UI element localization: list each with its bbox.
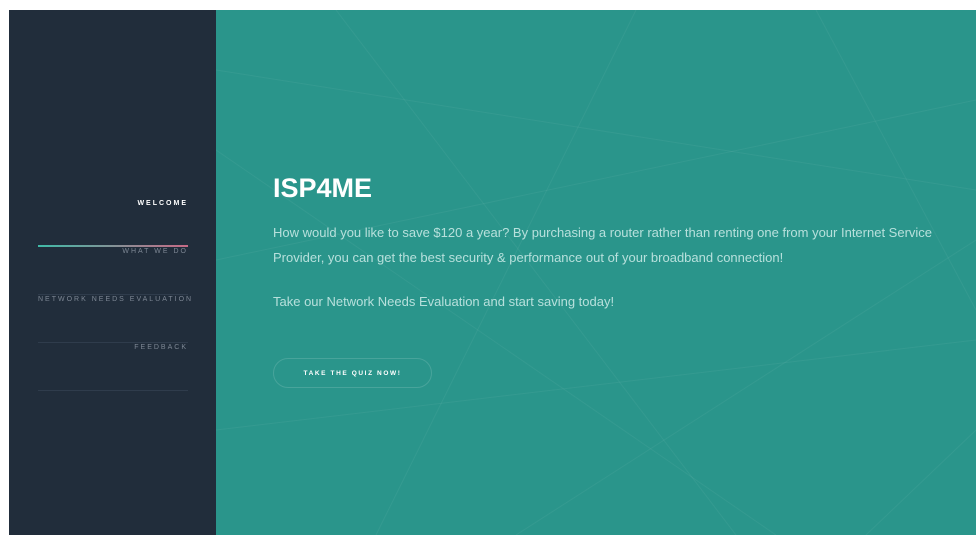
take-quiz-button[interactable]: TAKE THE QUIZ NOW! [273,358,432,388]
page-frame: WELCOME WHAT WE DO NETWORK NEEDS EVALUAT… [9,10,976,535]
page-title: ISP4ME [273,173,373,203]
sidebar-item-label: FEEDBACK [134,344,188,351]
sidebar: WELCOME WHAT WE DO NETWORK NEEDS EVALUAT… [9,10,216,535]
hero-content: ISP4ME How would you like to save $120 a… [273,172,963,310]
sidebar-nav: WELCOME WHAT WE DO NETWORK NEEDS EVALUAT… [38,199,194,391]
sidebar-item-feedback[interactable]: FEEDBACK [38,343,188,391]
sidebar-item-welcome[interactable]: WELCOME [38,199,188,247]
sidebar-item-network-needs-evaluation[interactable]: NETWORK NEEDS EVALUATION [38,295,194,343]
hero-cta-text: Take our Network Needs Evaluation and st… [273,294,615,309]
main-hero: ISP4ME How would you like to save $120 a… [216,10,976,535]
sidebar-item-what-we-do[interactable]: WHAT WE DO [38,247,188,295]
sidebar-item-label: WHAT WE DO [122,248,188,255]
sidebar-item-label: NETWORK NEEDS EVALUATION [38,296,194,303]
hero-description: How would you like to save $120 a year? … [273,225,933,265]
sidebar-item-label: WELCOME [137,200,188,207]
